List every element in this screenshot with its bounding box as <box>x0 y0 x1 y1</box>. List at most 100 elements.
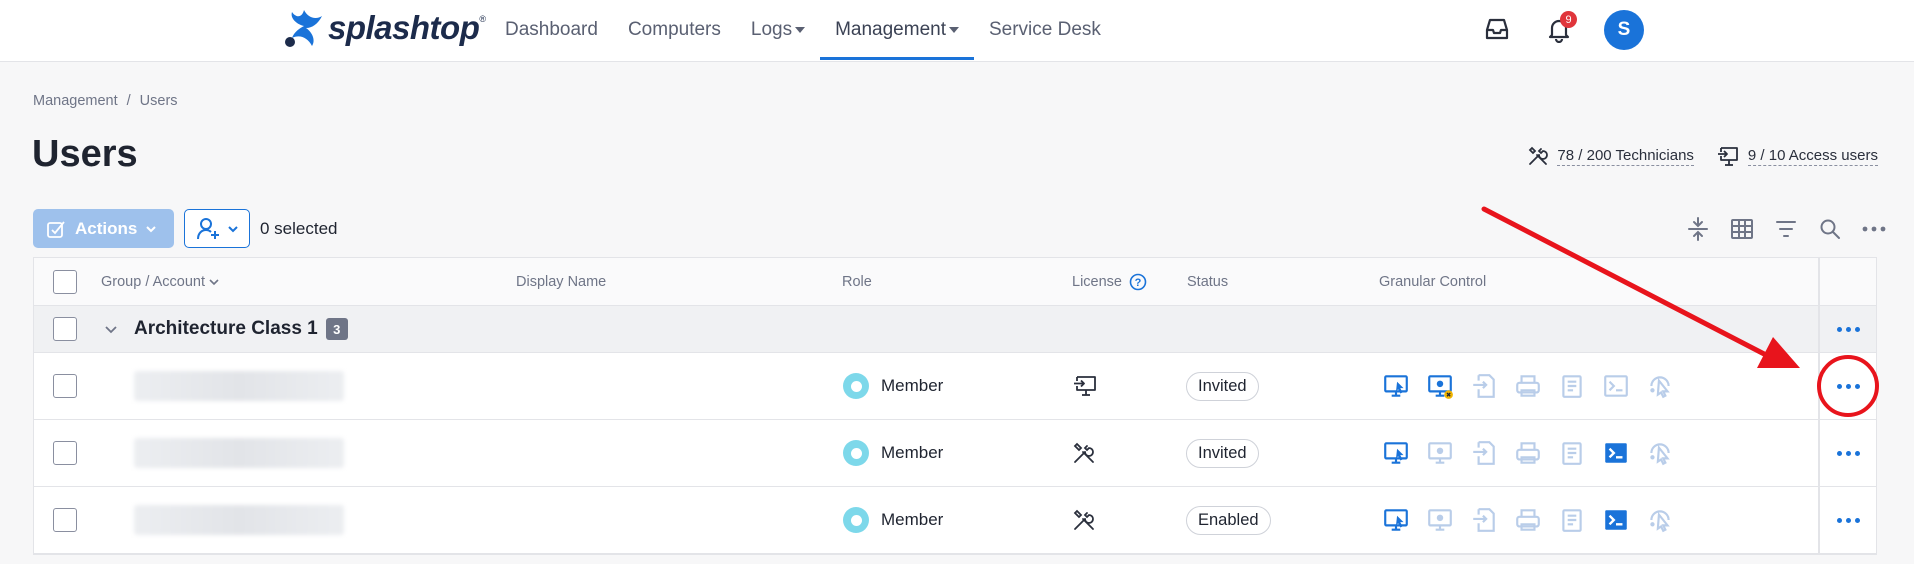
chevron-down-icon <box>228 225 238 232</box>
remote-command-icon[interactable] <box>1646 439 1674 467</box>
search-icon <box>1820 219 1840 239</box>
terminal-icon[interactable] <box>1602 506 1630 534</box>
nav-management-label: Management <box>835 19 946 40</box>
access-user-icon <box>1717 147 1738 166</box>
logo-text: splashtop <box>328 9 480 46</box>
header-status[interactable]: Status <box>1187 258 1228 305</box>
table-header: Group / Account Display Name Role Licens… <box>34 258 1876 306</box>
header-granular-control: Granular Control <box>1379 273 1487 290</box>
more-icon <box>1862 226 1886 232</box>
row-checkbox[interactable] <box>53 508 77 532</box>
add-user-button[interactable] <box>184 209 250 248</box>
header-license[interactable]: License ? <box>1072 258 1147 305</box>
group-collapse-toggle[interactable] <box>104 306 118 352</box>
clipboard-icon[interactable] <box>1558 372 1586 400</box>
row-more-button[interactable] <box>1818 353 1876 419</box>
nav-service-desk[interactable]: Service Desk <box>974 0 1116 60</box>
header-role[interactable]: Role <box>842 258 872 305</box>
remote-access-icon[interactable] <box>1382 439 1410 467</box>
notification-count-badge: 9 <box>1560 11 1577 28</box>
actions-button-label: Actions <box>75 218 138 238</box>
remote-access-icon[interactable] <box>1382 372 1410 400</box>
group-checkbox-cell <box>53 306 77 352</box>
search-button[interactable] <box>1818 213 1842 245</box>
user-avatar[interactable]: S <box>1604 10 1644 50</box>
row-checkbox-cell <box>53 487 77 553</box>
terminal-icon[interactable] <box>1602 372 1630 400</box>
more-dots-icon <box>1836 383 1860 389</box>
header-display-name[interactable]: Display Name <box>516 258 606 305</box>
terminal-icon[interactable] <box>1602 439 1630 467</box>
remote-access-icon[interactable] <box>1382 506 1410 534</box>
row-checkbox[interactable] <box>53 374 77 398</box>
nav-computers[interactable]: Computers <box>613 0 736 60</box>
role-icon <box>843 507 869 533</box>
remote-print-icon[interactable] <box>1514 506 1542 534</box>
inbox-button[interactable] <box>1483 0 1511 58</box>
nav-logs-label: Logs <box>750 19 793 40</box>
access-license-icon <box>1074 376 1096 396</box>
table-tools <box>1686 213 1886 245</box>
group-row[interactable]: Architecture Class 1 3 <box>34 306 1876 353</box>
clipboard-icon[interactable] <box>1558 439 1586 467</box>
filter-button[interactable] <box>1774 213 1798 245</box>
license-cell <box>1072 487 1096 553</box>
clipboard-icon[interactable] <box>1558 506 1586 534</box>
nav-dashboard-label: Dashboard <box>505 19 598 40</box>
selected-count: 0 selected <box>260 219 338 238</box>
add-user-icon <box>197 217 219 239</box>
table-row[interactable]: Member Invited <box>34 420 1876 487</box>
remote-view-icon[interactable] <box>1426 439 1454 467</box>
inbox-icon <box>1485 18 1509 40</box>
table-row[interactable]: Member Enabled <box>34 487 1876 554</box>
file-transfer-icon[interactable] <box>1470 506 1498 534</box>
collapse-rows-button[interactable] <box>1686 213 1710 245</box>
top-navigation-bar: splashtop ® Dashboard Computers Logs Man… <box>0 0 1914 62</box>
technician-license-count[interactable]: 78 / 200 Technicians <box>1527 145 1694 167</box>
row-more-button[interactable] <box>1818 420 1876 486</box>
license-cell <box>1072 353 1098 419</box>
status-badge: Invited <box>1186 438 1259 468</box>
nav-service-desk-label: Service Desk <box>988 19 1101 40</box>
access-license-count[interactable]: 9 / 10 Access users <box>1716 145 1878 167</box>
role-cell: Member <box>843 353 943 419</box>
nav-management[interactable]: Management <box>820 0 974 60</box>
collapse-icon <box>1688 217 1708 241</box>
remote-command-icon[interactable] <box>1646 372 1674 400</box>
users-table: Group / Account Display Name Role Licens… <box>33 257 1877 555</box>
breadcrumb-management[interactable]: Management <box>33 93 118 109</box>
nav-dashboard[interactable]: Dashboard <box>490 0 613 60</box>
header-group-account[interactable]: Group / Account <box>101 258 220 305</box>
role-text: Member <box>881 376 944 395</box>
group-checkbox[interactable] <box>53 317 77 341</box>
more-options-button[interactable] <box>1862 213 1886 245</box>
logo-registered-mark: ® <box>479 14 486 24</box>
access-count-text: 9 / 10 Access users <box>1747 146 1878 166</box>
group-name-cell: Architecture Class 1 3 <box>134 306 348 352</box>
granular-control-cell <box>1382 487 1674 553</box>
select-all-checkbox[interactable] <box>53 269 77 294</box>
remote-view-icon[interactable] <box>1426 506 1454 534</box>
file-transfer-icon[interactable] <box>1470 439 1498 467</box>
remote-command-icon[interactable] <box>1646 506 1674 534</box>
header-license-label: License <box>1072 273 1122 290</box>
role-cell: Member <box>843 420 943 486</box>
group-more-button[interactable] <box>1818 306 1876 352</box>
more-dots-icon <box>1836 326 1860 332</box>
file-transfer-icon[interactable] <box>1470 372 1498 400</box>
columns-button[interactable] <box>1730 213 1754 245</box>
row-checkbox-cell <box>53 420 77 486</box>
remote-print-icon[interactable] <box>1514 372 1542 400</box>
table-row[interactable]: Member Invited <box>34 353 1876 420</box>
remote-print-icon[interactable] <box>1514 439 1542 467</box>
more-dots-icon <box>1836 517 1860 523</box>
remote-view-icon[interactable] <box>1426 372 1454 400</box>
actions-button[interactable]: Actions <box>33 209 174 248</box>
help-icon[interactable]: ? <box>1129 273 1147 291</box>
nav-logs[interactable]: Logs <box>736 0 820 60</box>
notifications-button[interactable] <box>1545 0 1573 58</box>
row-more-button[interactable] <box>1818 487 1876 553</box>
splashtop-logo[interactable]: splashtop ® <box>282 6 486 50</box>
splash-logo-icon <box>285 10 322 47</box>
row-checkbox[interactable] <box>53 441 77 465</box>
